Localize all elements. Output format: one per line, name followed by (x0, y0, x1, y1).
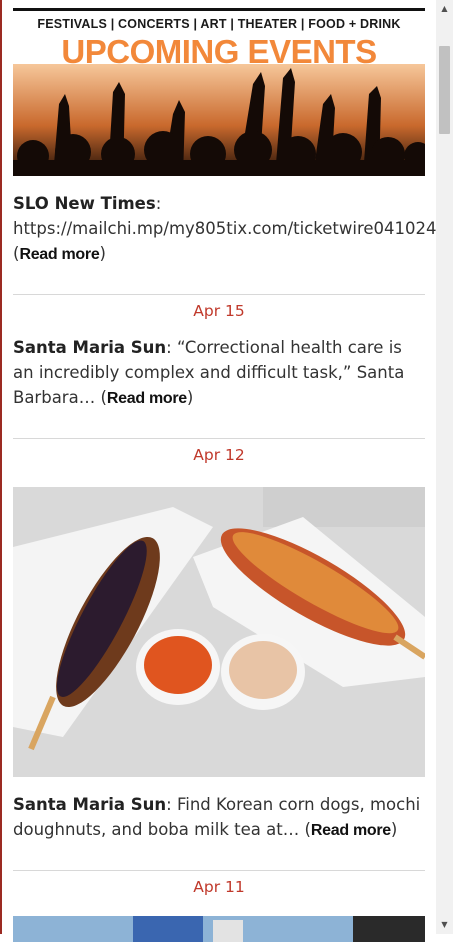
partial-photo-illustration (13, 916, 425, 942)
divider (13, 294, 425, 295)
corn-dogs-illustration (13, 487, 425, 777)
news-item-3: Santa Maria Sun: Find Korean corn dogs, … (13, 795, 421, 839)
divider (13, 438, 425, 439)
scroll-up-icon[interactable]: ▲ (436, 2, 453, 16)
news-source: Santa Maria Sun (13, 795, 167, 814)
banner-header: FESTIVALS | CONCERTS | ART | THEATER | F… (13, 8, 425, 70)
news-item-2: Santa Maria Sun: “Correctional health ca… (13, 338, 405, 407)
concert-crowd-illustration (13, 64, 425, 176)
upcoming-events-banner-image[interactable]: FESTIVALS | CONCERTS | ART | THEATER | F… (13, 8, 425, 176)
scroll-down-icon[interactable]: ▼ (436, 918, 453, 932)
corn-dogs-photo[interactable] (13, 487, 425, 777)
read-more-link[interactable]: Read more (311, 822, 391, 839)
news-excerpt: https://mailchi.mp/my805tix.com/ticketwi… (13, 219, 437, 238)
divider (13, 870, 425, 871)
banner-categories: FESTIVALS | CONCERTS | ART | THEATER | F… (37, 17, 401, 31)
news-source: SLO New Times (13, 194, 156, 213)
date-label: Apr 15 (193, 302, 245, 320)
scrollbar-thumb[interactable] (439, 46, 450, 134)
news-feed: FESTIVALS | CONCERTS | ART | THEATER | F… (13, 8, 437, 942)
news-item-1: SLO New Times: https://mailchi.mp/my805t… (13, 194, 437, 263)
read-more-link[interactable]: Read more (107, 390, 187, 407)
news-source: Santa Maria Sun (13, 338, 167, 357)
date-label: Apr 12 (193, 446, 245, 464)
read-more-link[interactable]: Read more (19, 246, 99, 263)
left-border (0, 0, 2, 934)
date-label: Apr 11 (193, 878, 245, 896)
vertical-scrollbar[interactable]: ▲ ▼ (436, 0, 453, 934)
news-photo-partial[interactable] (13, 916, 425, 942)
